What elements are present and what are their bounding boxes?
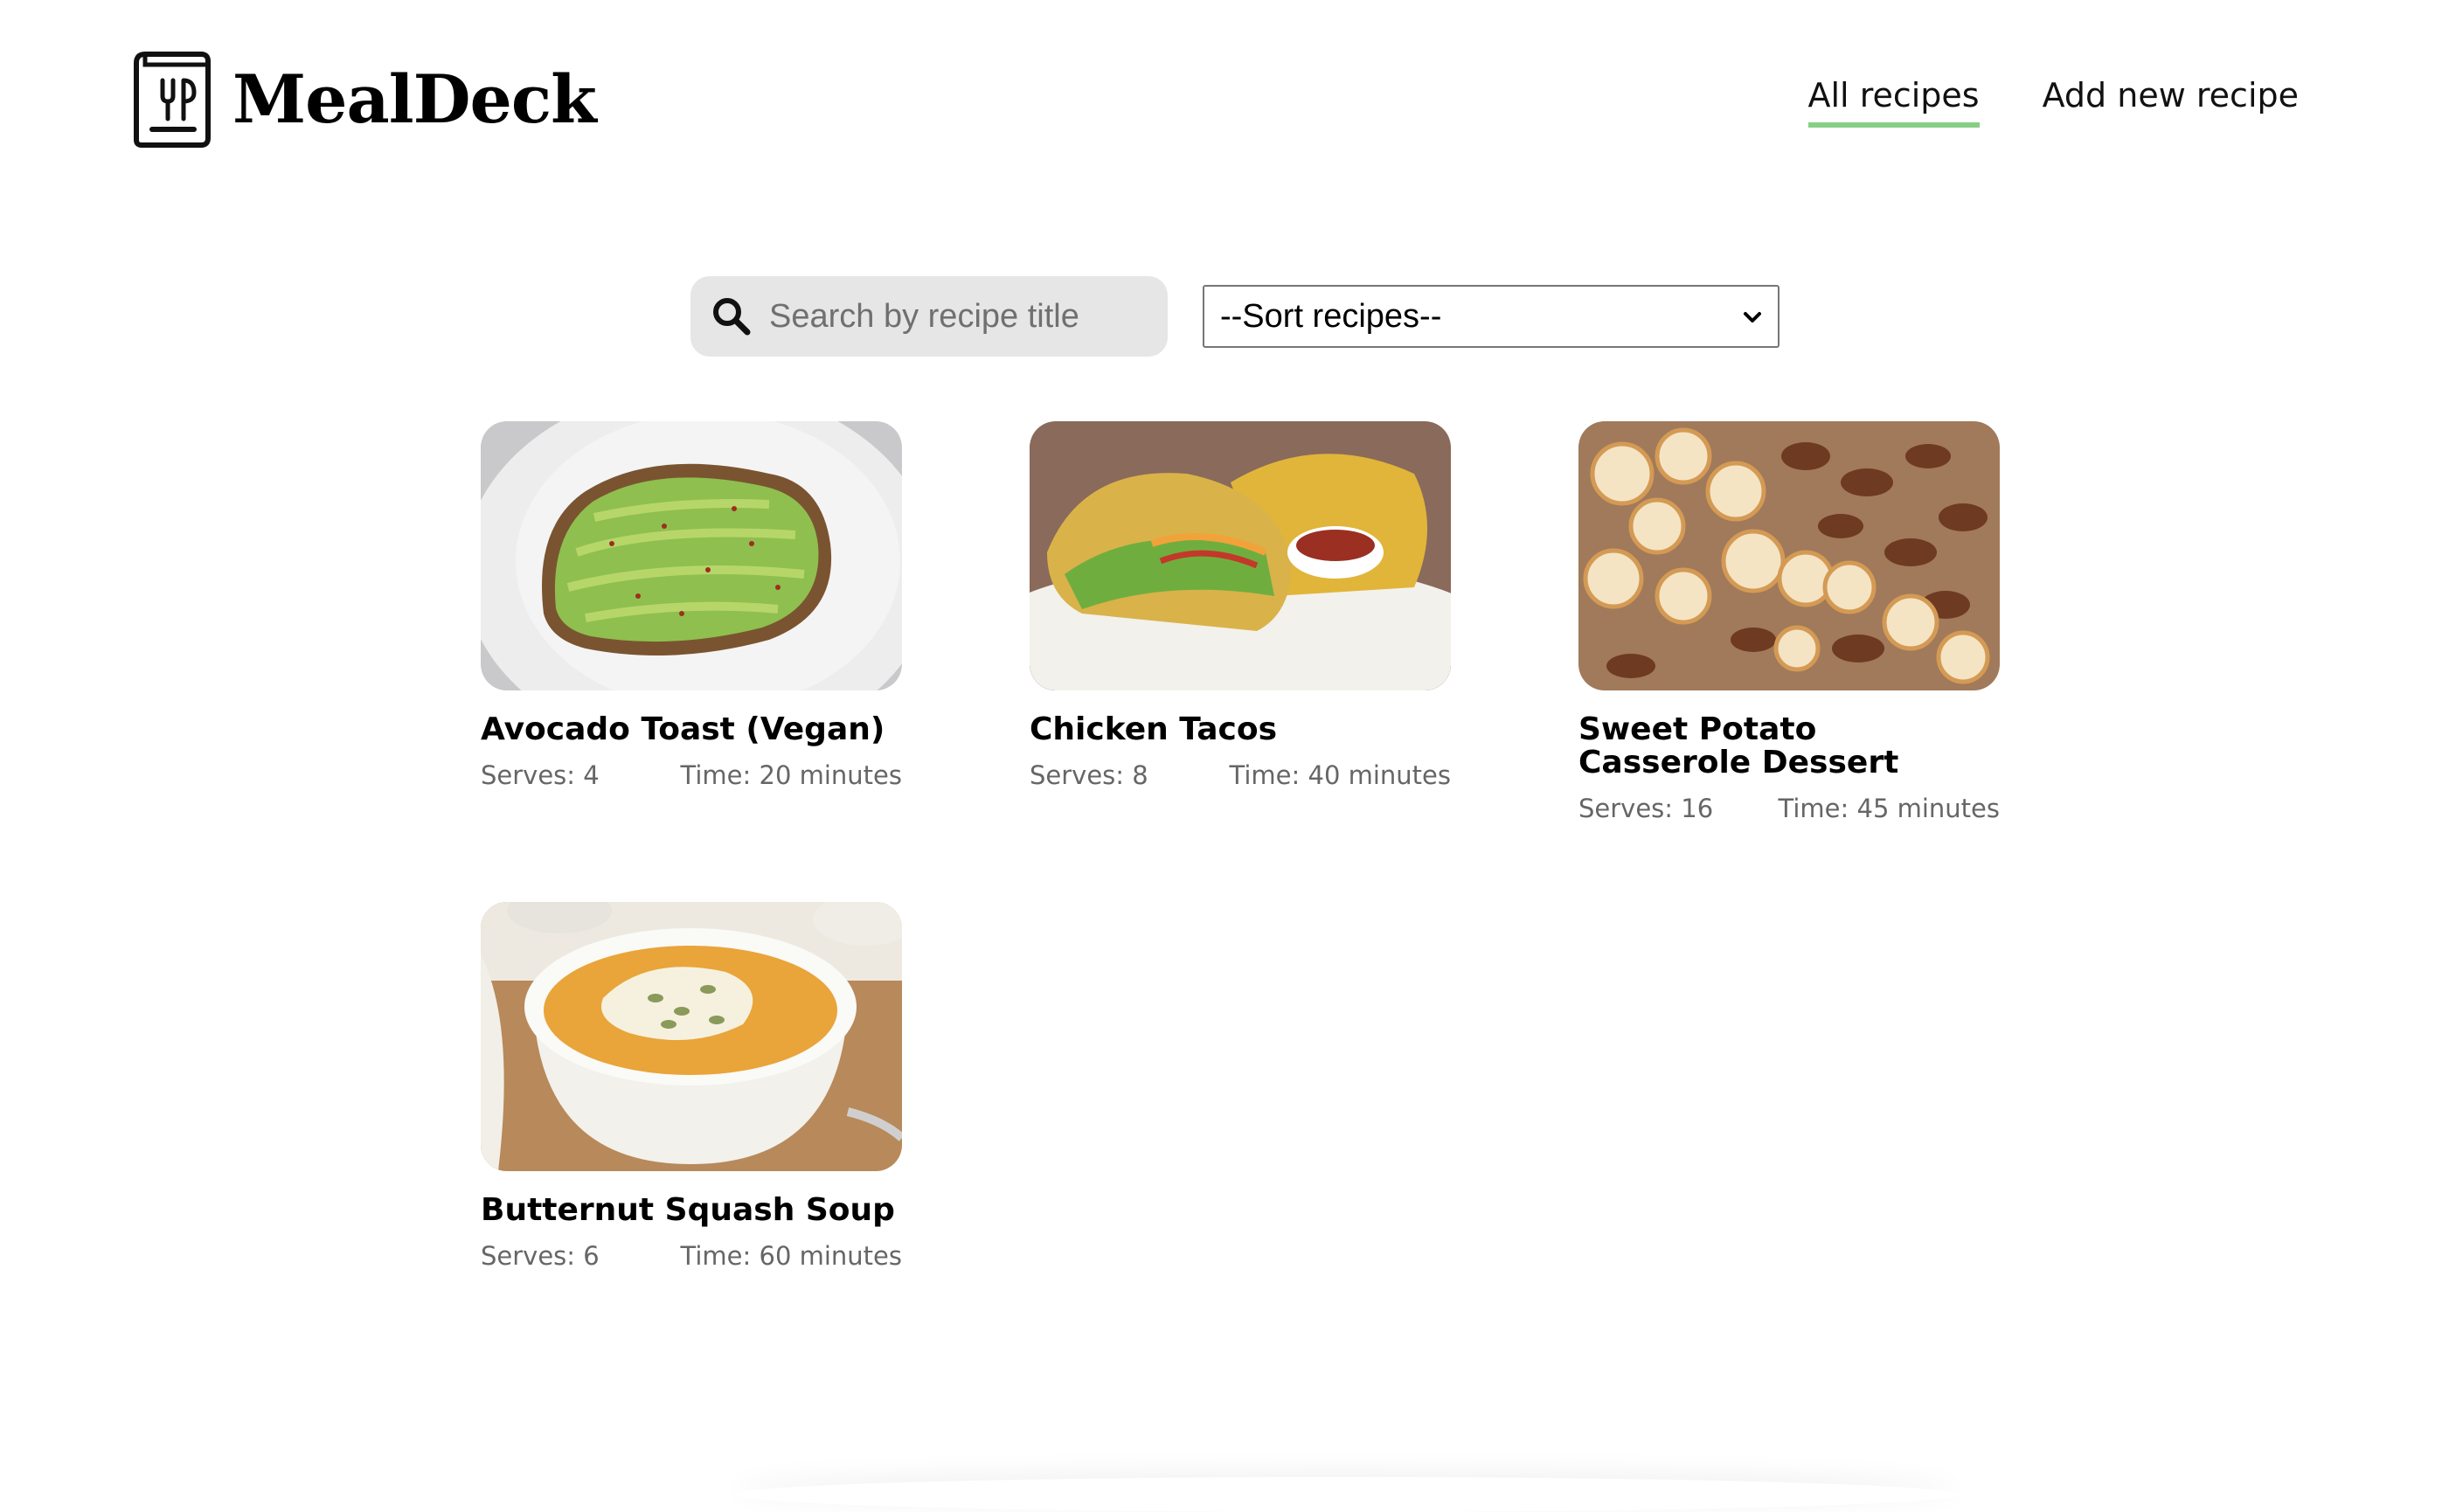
recipe-image[interactable]	[481, 902, 902, 1171]
recipe-image[interactable]	[1578, 421, 2000, 690]
recipe-meta: Serves: 6 Time: 60 minutes	[481, 1241, 902, 1271]
recipe-card[interactable]: Avocado Toast (Vegan) Serves: 4 Time: 20…	[481, 421, 902, 790]
avocado-toast-image	[481, 421, 902, 690]
recipe-image[interactable]	[1030, 421, 1451, 690]
logo[interactable]: MealDeck	[133, 51, 597, 149]
footer-shadow	[734, 1477, 1958, 1512]
sort-selected-value: --Sort recipes--	[1220, 297, 1442, 335]
nav-add-new-recipe[interactable]: Add new recipe	[2043, 76, 2299, 128]
recipe-time: Time: 40 minutes	[1229, 760, 1451, 790]
butternut-squash-soup-image	[481, 902, 902, 1171]
recipe-image[interactable]	[481, 421, 902, 690]
cookbook-icon	[134, 52, 211, 148]
main-nav: All recipes Add new recipe	[1745, 76, 2299, 128]
recipe-card[interactable]: Chicken Tacos Serves: 8 Time: 40 minutes	[1030, 421, 1451, 790]
sort-select[interactable]: --Sort recipes--	[1203, 285, 1779, 348]
sweet-potato-casserole-image	[1578, 421, 2000, 690]
site-header: MealDeck All recipes Add new recipe	[0, 0, 2442, 201]
search-bar[interactable]	[690, 276, 1168, 357]
recipe-title[interactable]: Chicken Tacos	[1030, 713, 1451, 746]
recipe-meta: Serves: 4 Time: 20 minutes	[481, 760, 902, 790]
app-title: MealDeck	[232, 60, 597, 138]
chicken-tacos-image	[1030, 421, 1451, 690]
recipe-serves: Serves: 6	[481, 1241, 600, 1271]
recipe-title[interactable]: Sweet Potato Casserole Dessert	[1578, 713, 2000, 780]
recipe-meta: Serves: 16 Time: 45 minutes	[1578, 794, 2000, 823]
recipe-serves: Serves: 16	[1578, 794, 1714, 823]
recipe-time: Time: 60 minutes	[680, 1241, 902, 1271]
recipe-meta: Serves: 8 Time: 40 minutes	[1030, 760, 1451, 790]
recipe-title[interactable]: Avocado Toast (Vegan)	[481, 713, 902, 746]
search-input[interactable]	[767, 290, 1152, 343]
recipe-serves: Serves: 8	[1030, 760, 1148, 790]
recipe-serves: Serves: 4	[481, 760, 600, 790]
recipe-title[interactable]: Butternut Squash Soup	[481, 1194, 902, 1227]
nav-all-recipes[interactable]: All recipes	[1807, 76, 1980, 128]
search-icon	[713, 298, 751, 336]
recipe-time: Time: 45 minutes	[1778, 794, 2000, 823]
chevron-down-icon	[1744, 312, 1761, 323]
recipe-card[interactable]: Sweet Potato Casserole Dessert Serves: 1…	[1578, 421, 2000, 823]
recipe-time: Time: 20 minutes	[680, 760, 902, 790]
recipe-card[interactable]: Butternut Squash Soup Serves: 6 Time: 60…	[481, 902, 902, 1271]
